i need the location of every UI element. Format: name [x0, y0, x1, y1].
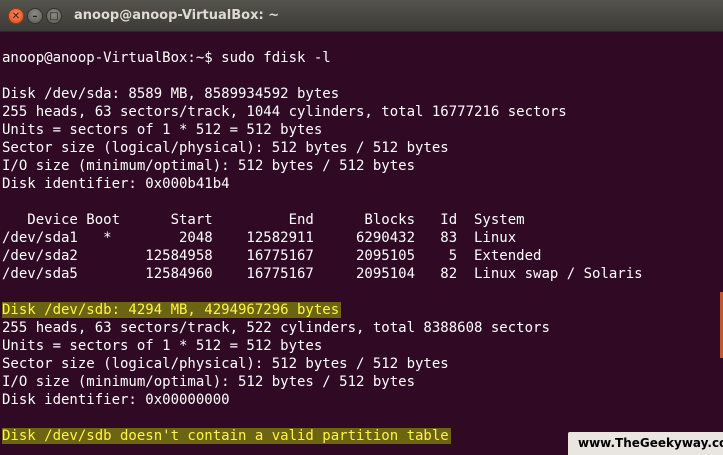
terminal-line: /dev/sda5 12584960 16775167 2095104 82 L…	[2, 265, 723, 283]
terminal-line: Disk /dev/sda: 8589 MB, 8589934592 bytes	[2, 85, 723, 103]
terminal-line: 255 heads, 63 sectors/track, 1044 cylind…	[2, 103, 723, 121]
terminal-line: Units = sectors of 1 * 512 = 512 bytes	[2, 337, 723, 355]
terminal-line: Disk identifier: 0x000b41b4	[2, 175, 723, 193]
window-titlebar[interactable]: ✕ – □ anoop@anoop-VirtualBox: ~	[0, 0, 723, 32]
terminal-line-text: I/O size (minimum/optimal): 512 bytes / …	[2, 374, 416, 390]
terminal-line-text: Sector size (logical/physical): 512 byte…	[2, 356, 449, 372]
watermark: www.TheGeekyway.com	[568, 432, 723, 455]
highlighted-line-text: Disk /dev/sdb doesn't contain a valid pa…	[2, 428, 451, 444]
terminal-line-text: Device Boot Start End Blocks Id System	[2, 212, 525, 228]
terminal-line-text: /dev/sda1 * 2048 12582911 6290432 83 Lin…	[2, 230, 517, 246]
terminal-line-text: 255 heads, 63 sectors/track, 522 cylinde…	[2, 320, 550, 336]
terminal-line: Sector size (logical/physical): 512 byte…	[2, 355, 723, 373]
terminal-line-text: Units = sectors of 1 * 512 = 512 bytes	[2, 122, 323, 138]
maximize-icon[interactable]: □	[46, 8, 62, 24]
terminal-line-text: Units = sectors of 1 * 512 = 512 bytes	[2, 338, 323, 354]
terminal-output[interactable]: anoop@anoop-VirtualBox:~$ sudo fdisk -l …	[2, 49, 723, 445]
terminal-line: /dev/sda1 * 2048 12582911 6290432 83 Lin…	[2, 229, 723, 247]
highlighted-line-text: Disk /dev/sdb: 4294 MB, 4294967296 bytes	[2, 302, 342, 318]
terminal-line-text: /dev/sda5 12584960 16775167 2095104 82 L…	[2, 266, 643, 282]
terminal-line: I/O size (minimum/optimal): 512 bytes / …	[2, 373, 723, 391]
terminal-line-text: anoop@anoop-VirtualBox:~$ sudo fdisk -l	[2, 50, 331, 66]
terminal-line: Units = sectors of 1 * 512 = 512 bytes	[2, 121, 723, 139]
terminal-line: Disk /dev/sdb: 4294 MB, 4294967296 bytes	[2, 301, 723, 319]
terminal-line: anoop@anoop-VirtualBox:~$ sudo fdisk -l	[2, 49, 723, 67]
terminal-line-text: Sector size (logical/physical): 512 byte…	[2, 140, 449, 156]
terminal-line-text: Disk /dev/sda: 8589 MB, 8589934592 bytes	[2, 86, 340, 102]
terminal-line: 255 heads, 63 sectors/track, 522 cylinde…	[2, 319, 723, 337]
terminal-line-text: Disk identifier: 0x00000000	[2, 392, 230, 408]
terminal-line-text: 255 heads, 63 sectors/track, 1044 cylind…	[2, 104, 567, 120]
terminal-line: /dev/sda2 12584958 16775167 2095105 5 Ex…	[2, 247, 723, 265]
terminal-line: Device Boot Start End Blocks Id System	[2, 211, 723, 229]
close-icon[interactable]: ✕	[8, 8, 24, 24]
terminal-line: I/O size (minimum/optimal): 512 bytes / …	[2, 157, 723, 175]
terminal-line-text: Disk identifier: 0x000b41b4	[2, 176, 230, 192]
terminal-line: Disk identifier: 0x00000000	[2, 391, 723, 409]
terminal-line: Sector size (logical/physical): 512 byte…	[2, 139, 723, 157]
window-title: anoop@anoop-VirtualBox: ~	[74, 8, 280, 23]
terminal-line-text: /dev/sda2 12584958 16775167 2095105 5 Ex…	[2, 248, 542, 264]
terminal-line-text: I/O size (minimum/optimal): 512 bytes / …	[2, 158, 416, 174]
minimize-icon[interactable]: –	[27, 8, 43, 24]
terminal-window: ✕ – □ anoop@anoop-VirtualBox: ~ anoop@an…	[0, 0, 723, 455]
